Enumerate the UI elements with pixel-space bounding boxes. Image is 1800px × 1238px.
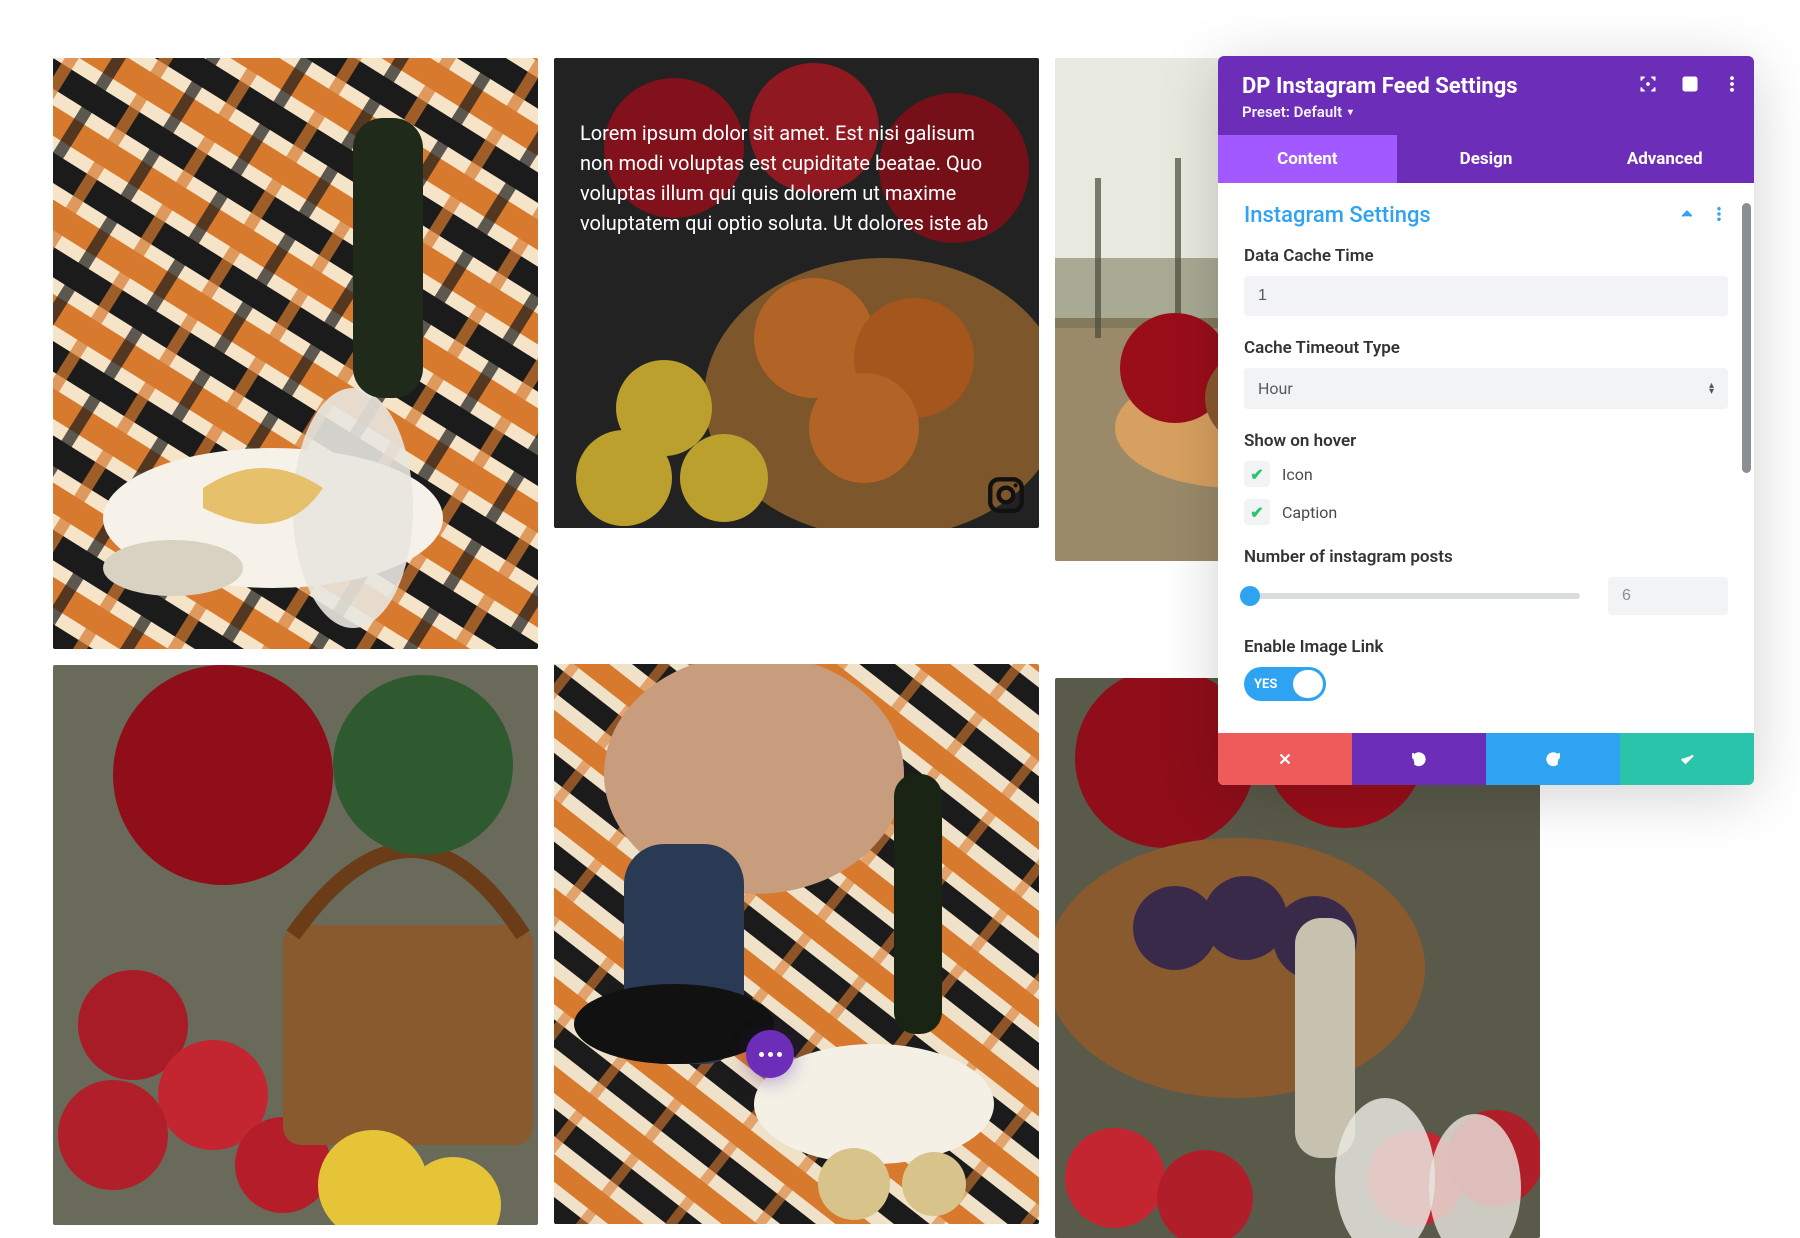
hover-caption-checkbox[interactable]: ✔ <box>1244 499 1270 525</box>
save-button[interactable] <box>1620 733 1754 785</box>
image-link-label: Enable Image Link <box>1244 637 1728 657</box>
photo-apple-basket-flowers <box>53 665 538 1225</box>
redo-button[interactable] <box>1486 733 1620 785</box>
settings-panel: DP Instagram Feed Settings Preset: Defau… <box>1218 56 1754 785</box>
tab-advanced[interactable]: Advanced <box>1575 135 1754 183</box>
cache-type-label: Cache Timeout Type <box>1244 338 1728 358</box>
feed-tile[interactable] <box>53 58 538 649</box>
kebab-menu-icon[interactable] <box>1722 74 1742 98</box>
image-link-toggle[interactable]: YES <box>1244 667 1326 701</box>
ellipsis-icon <box>759 1052 782 1057</box>
panel-body: Instagram Settings Data Cache Time Cache… <box>1218 183 1754 733</box>
undo-button[interactable] <box>1352 733 1486 785</box>
hover-icon-label: Icon <box>1282 465 1313 484</box>
cache-time-input[interactable] <box>1244 276 1728 316</box>
hover-icon-checkbox[interactable]: ✔ <box>1244 461 1270 487</box>
feed-tile[interactable] <box>53 665 538 1225</box>
tab-content[interactable]: Content <box>1218 135 1397 183</box>
section-title[interactable]: Instagram Settings <box>1244 203 1431 228</box>
hover-label: Show on hover <box>1244 431 1728 451</box>
toggle-state: YES <box>1254 677 1277 692</box>
posts-count-slider[interactable] <box>1244 593 1580 599</box>
photo-picnic-people <box>554 664 1039 1224</box>
toggle-knob <box>1293 670 1323 698</box>
instagram-icon[interactable] <box>985 474 1027 516</box>
page-fab-button[interactable] <box>746 1030 794 1078</box>
hover-caption-overlay: Lorem ipsum dolor sit amet. Est nisi gal… <box>554 58 1039 528</box>
posts-count-input[interactable] <box>1608 577 1728 615</box>
panel-header: DP Instagram Feed Settings Preset: Defau… <box>1218 56 1754 135</box>
panel-footer <box>1218 733 1754 785</box>
cache-type-select[interactable]: Hour <box>1244 368 1728 409</box>
focus-icon[interactable] <box>1638 74 1658 98</box>
tab-design[interactable]: Design <box>1397 135 1576 183</box>
kebab-menu-icon[interactable] <box>1710 205 1728 227</box>
photo-picnic-wine-bread <box>53 58 538 649</box>
columns-icon[interactable] <box>1680 74 1700 98</box>
cache-time-label: Data Cache Time <box>1244 246 1728 266</box>
feed-tile[interactable] <box>554 664 1039 1224</box>
chevron-up-icon[interactable] <box>1678 205 1696 227</box>
cancel-button[interactable] <box>1218 733 1352 785</box>
preset-selector[interactable]: Preset: Default ▾ <box>1242 103 1730 121</box>
hover-caption-text: Lorem ipsum dolor sit amet. Est nisi gal… <box>580 118 1013 238</box>
hover-caption-label: Caption <box>1282 503 1337 522</box>
posts-count-label: Number of instagram posts <box>1244 547 1728 567</box>
slider-thumb[interactable] <box>1240 586 1260 606</box>
panel-tabs: Content Design Advanced <box>1218 135 1754 183</box>
scrollbar-thumb[interactable] <box>1742 203 1751 473</box>
feed-tile-hovered[interactable]: Lorem ipsum dolor sit amet. Est nisi gal… <box>554 58 1039 528</box>
chevron-down-icon: ▾ <box>1348 107 1353 118</box>
